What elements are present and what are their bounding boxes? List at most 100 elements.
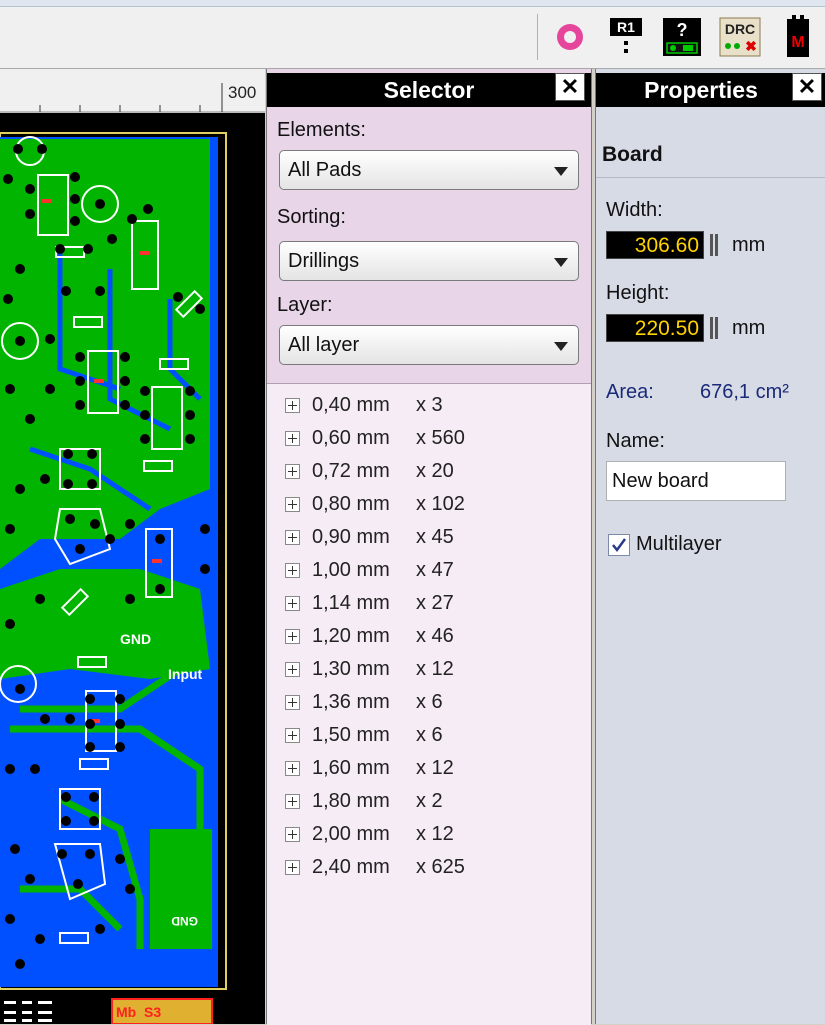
drill-size-label: 0,72 mm [312,459,390,482]
drill-count-label: x 3 [416,393,443,416]
drill-size-tree: 0,40 mm x 3 0,60 mm x 560 0,72 mm x 20 0,80 mm… [267,383,591,1025]
drill-hole-button[interactable] [546,14,594,60]
expand-plus-icon[interactable] [285,430,300,446]
layer-label: Layer: [277,294,333,316]
drill-size-item[interactable]: 1,14 mm x 27 [285,588,454,618]
properties-panel: Properties ✕ Board Width: 306.60 mm Heig… [595,69,825,1024]
multilayer-checkbox[interactable] [608,534,630,556]
board-bottom-text: S3 [144,1004,161,1020]
height-unit: mm [732,317,766,339]
elements-select-value: All Pads [288,158,362,181]
layer-select-value: All layer [288,333,360,356]
expand-plus-icon[interactable] [285,628,300,644]
drill-size-label: 1,80 mm [312,789,390,812]
svg-text:R1: R1 [617,19,635,35]
area-label: Area: [606,381,654,403]
width-input[interactable]: 306.60 [606,231,704,259]
height-spinner[interactable] [710,317,719,339]
pcb-board[interactable]: GND Input GND Mb S3 [0,69,265,1024]
layer-select[interactable]: All layer [279,325,579,365]
chevron-down-icon [554,258,568,267]
section-divider [596,177,825,178]
drill-size-item[interactable]: 0,40 mm x 3 [285,390,443,420]
elements-label: Elements: [277,119,366,141]
drill-size-item[interactable]: 1,80 mm x 2 [285,786,443,816]
drill-count-label: x 47 [416,558,454,581]
drill-size-label: 1,60 mm [312,756,390,779]
expand-plus-icon[interactable] [285,760,300,776]
macro-button[interactable]: M [774,14,822,60]
selector-header: Selector [267,73,591,107]
expand-plus-icon[interactable] [285,595,300,611]
expand-plus-icon[interactable] [285,661,300,677]
pcb-canvas[interactable]: 300 GND Input GND Mb S3 [0,69,265,1024]
selector-close-button[interactable]: ✕ [555,73,585,101]
height-input[interactable]: 220.50 [606,314,704,342]
sorting-select[interactable]: Drillings [279,241,579,281]
svg-text:M: M [791,34,804,51]
drill-count-label: x 27 [416,591,454,614]
drill-size-item[interactable]: 1,30 mm x 12 [285,654,454,684]
board-name-input[interactable]: New board [606,461,786,501]
close-icon: ✕ [560,74,580,99]
drill-size-item[interactable]: 2,40 mm x 625 [285,852,465,882]
r1-button[interactable]: R1 [602,14,650,60]
properties-header: Properties [596,73,825,107]
area-value: 676,1 cm² [700,381,789,403]
sorting-select-value: Drillings [288,249,360,272]
chevron-down-icon [554,342,568,351]
drill-size-item[interactable]: 2,00 mm x 12 [285,819,454,849]
drc-button[interactable]: DRC ✖ [716,14,764,60]
expand-plus-icon[interactable] [285,793,300,809]
board-label-input: Input [168,666,203,682]
toolbar-separator [537,14,538,60]
drill-size-label: 1,50 mm [312,723,390,746]
drill-size-item[interactable]: 0,90 mm x 45 [285,522,454,552]
drill-size-item[interactable]: 1,36 mm x 6 [285,687,443,717]
drill-size-item[interactable]: 0,80 mm x 102 [285,489,465,519]
elements-select[interactable]: All Pads [279,150,579,190]
drill-count-label: x 625 [416,855,465,878]
drill-size-label: 2,40 mm [312,855,390,878]
board-label-gnd-flipped: GND [171,914,198,928]
expand-plus-icon[interactable] [285,826,300,842]
drill-count-label: x 12 [416,822,454,845]
help-button[interactable]: ? [658,14,706,60]
expand-plus-icon[interactable] [285,496,300,512]
drill-size-label: 2,00 mm [312,822,390,845]
multilayer-label: Multilayer [636,533,722,555]
drc-icon: DRC ✖ [719,17,761,57]
checkmark-icon [612,538,627,553]
expand-plus-icon[interactable] [285,727,300,743]
drill-size-item[interactable]: 1,50 mm x 6 [285,720,443,750]
expand-plus-icon[interactable] [285,529,300,545]
width-unit: mm [732,234,766,256]
drill-count-label: x 12 [416,756,454,779]
help-icon: ? [663,18,701,56]
expand-plus-icon[interactable] [285,562,300,578]
drill-count-label: x 20 [416,459,454,482]
drill-count-label: x 45 [416,525,454,548]
board-section-title: Board [602,143,663,166]
expand-plus-icon[interactable] [285,397,300,413]
sorting-label: Sorting: [277,206,346,228]
expand-plus-icon[interactable] [285,463,300,479]
drill-size-item[interactable]: 1,60 mm x 12 [285,753,454,783]
properties-close-button[interactable]: ✕ [792,73,822,101]
width-spinner[interactable] [710,234,719,256]
expand-plus-icon[interactable] [285,694,300,710]
expand-plus-icon[interactable] [285,859,300,875]
svg-text:DRC: DRC [725,21,755,37]
drill-size-label: 0,40 mm [312,393,390,416]
drill-size-label: 1,20 mm [312,624,390,647]
r1-icon: R1 [610,18,642,53]
drill-count-label: x 2 [416,789,443,812]
macro-icon: M [787,15,809,57]
drill-size-item[interactable]: 0,60 mm x 560 [285,423,465,453]
drill-size-label: 0,90 mm [312,525,390,548]
drill-size-item[interactable]: 0,72 mm x 20 [285,456,454,486]
drill-size-item[interactable]: 1,20 mm x 46 [285,621,454,651]
selector-title: Selector [383,76,475,103]
height-label: Height: [606,282,670,304]
drill-size-item[interactable]: 1,00 mm x 47 [285,555,454,585]
